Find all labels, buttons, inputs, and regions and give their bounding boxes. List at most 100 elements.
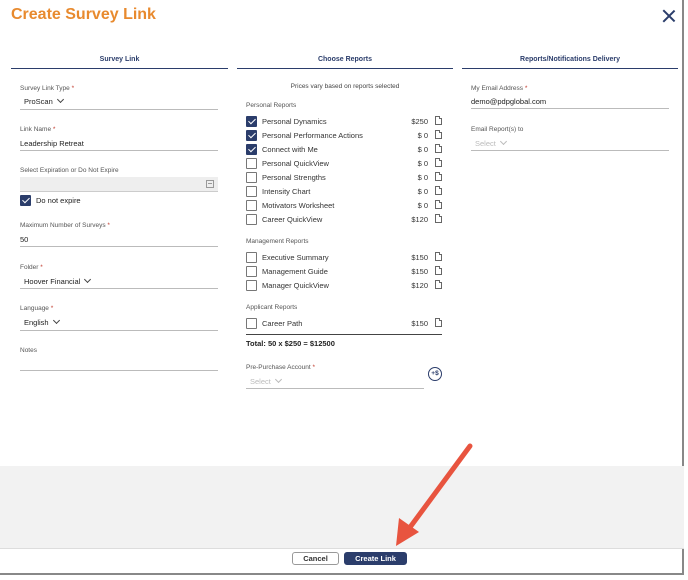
chevron-down-icon [499, 137, 507, 146]
calendar-icon[interactable] [206, 180, 214, 188]
my-email-underline [471, 108, 669, 109]
cancel-button[interactable]: Cancel [292, 552, 339, 565]
report-row: Management Guide $150 [246, 266, 442, 278]
report-price: $150 [411, 267, 428, 276]
document-icon[interactable] [435, 280, 442, 289]
notes-input[interactable] [20, 370, 218, 371]
document-icon[interactable] [435, 318, 442, 327]
report-checkbox[interactable] [246, 318, 257, 329]
link-type-underline [20, 109, 218, 110]
personal-reports-label: Personal Reports [246, 102, 297, 109]
max-surveys-label: Maximum Number of Surveys * [20, 222, 110, 229]
add-funds-icon[interactable]: +$ [428, 367, 442, 381]
report-row: Motivators Worksheet $ 0 [246, 200, 442, 212]
report-row: Career QuickView $120 [246, 214, 442, 226]
link-type-select[interactable]: ProScan [24, 95, 64, 106]
create-link-button[interactable]: Create Link [344, 552, 407, 565]
report-price: $150 [411, 319, 428, 328]
footer-band [0, 466, 684, 548]
report-price: $150 [411, 253, 428, 262]
report-name: Career QuickView [262, 215, 323, 224]
max-surveys-input[interactable]: 50 [20, 235, 28, 244]
report-price: $250 [411, 117, 428, 126]
email-reports-to-select[interactable]: Select [475, 137, 507, 148]
document-icon[interactable] [435, 252, 442, 261]
report-row: Personal Strengths $ 0 [246, 172, 442, 184]
chevron-down-icon [52, 316, 60, 325]
email-reports-to-label: Email Report(s) to [471, 126, 524, 133]
chevron-down-icon [274, 375, 282, 384]
my-email-input[interactable]: demo@pdpglobal.com [471, 97, 546, 106]
report-name: Management Guide [262, 267, 328, 276]
report-row: Personal Performance Actions $ 0 [246, 130, 442, 142]
report-row: Connect with Me $ 0 [246, 144, 442, 156]
column-header-choose-reports: Choose Reports [237, 56, 453, 69]
report-name: Personal Performance Actions [262, 131, 363, 140]
report-price: $120 [411, 215, 428, 224]
document-icon[interactable] [435, 158, 442, 167]
report-checkbox[interactable] [246, 172, 257, 183]
pre-purchase-select[interactable]: Select [250, 375, 282, 386]
report-checkbox[interactable] [246, 116, 257, 127]
report-checkbox[interactable] [246, 200, 257, 211]
language-label: Language * [20, 305, 54, 312]
report-name: Personal Dynamics [262, 117, 327, 126]
report-price: $ 0 [417, 145, 428, 154]
document-icon[interactable] [435, 130, 442, 139]
column-header-survey-link: Survey Link [11, 56, 228, 69]
chevron-down-icon [56, 95, 64, 104]
document-icon[interactable] [435, 186, 442, 195]
report-checkbox[interactable] [246, 214, 257, 225]
report-row: Manager QuickView $120 [246, 280, 442, 292]
report-name: Personal Strengths [262, 173, 326, 182]
report-name: Motivators Worksheet [262, 201, 335, 210]
document-icon[interactable] [435, 116, 442, 125]
document-icon[interactable] [435, 172, 442, 181]
document-icon[interactable] [435, 266, 442, 275]
report-checkbox[interactable] [246, 186, 257, 197]
link-name-input[interactable]: Leadership Retreat [20, 139, 84, 148]
report-row: Executive Summary $150 [246, 252, 442, 264]
column-header-delivery: Reports/Notifications Delivery [462, 56, 678, 69]
report-checkbox[interactable] [246, 144, 257, 155]
do-not-expire-checkbox[interactable] [20, 195, 31, 206]
do-not-expire-label: Do not expire [36, 196, 81, 205]
document-icon[interactable] [435, 144, 442, 153]
total-divider [246, 334, 442, 335]
report-name: Executive Summary [262, 253, 329, 262]
management-reports-label: Management Reports [246, 238, 309, 245]
email-reports-to-underline [471, 150, 669, 151]
report-name: Intensity Chart [262, 187, 311, 196]
expiration-label: Select Expiration or Do Not Expire [20, 167, 119, 174]
report-checkbox[interactable] [246, 158, 257, 169]
chevron-down-icon [84, 275, 92, 284]
report-checkbox[interactable] [246, 252, 257, 263]
report-name: Career Path [262, 319, 303, 328]
report-row: Personal QuickView $ 0 [246, 158, 442, 170]
link-type-label: Survey Link Type * [20, 85, 75, 92]
report-row: Intensity Chart $ 0 [246, 186, 442, 198]
expiration-date-input[interactable] [20, 177, 218, 192]
pre-purchase-label: Pre-Purchase Account * [246, 364, 316, 371]
report-row: Career Path $150 [246, 318, 442, 330]
folder-select[interactable]: Hoover Financial [24, 275, 92, 286]
report-price: $ 0 [417, 173, 428, 182]
report-price: $ 0 [417, 201, 428, 210]
document-icon[interactable] [435, 214, 442, 223]
report-price: $120 [411, 281, 428, 290]
report-checkbox[interactable] [246, 280, 257, 291]
link-name-underline [20, 150, 218, 151]
report-row: Personal Dynamics $250 [246, 116, 442, 128]
document-icon[interactable] [435, 200, 442, 209]
report-checkbox[interactable] [246, 130, 257, 141]
report-price: $ 0 [417, 187, 428, 196]
report-price: $ 0 [417, 159, 428, 168]
report-name: Connect with Me [262, 145, 318, 154]
close-icon[interactable] [662, 9, 676, 23]
folder-label: Folder * [20, 264, 43, 271]
language-select[interactable]: English [24, 316, 60, 327]
my-email-label: My Email Address * [471, 85, 528, 92]
report-checkbox[interactable] [246, 266, 257, 277]
report-name: Manager QuickView [262, 281, 329, 290]
language-underline [20, 330, 218, 331]
